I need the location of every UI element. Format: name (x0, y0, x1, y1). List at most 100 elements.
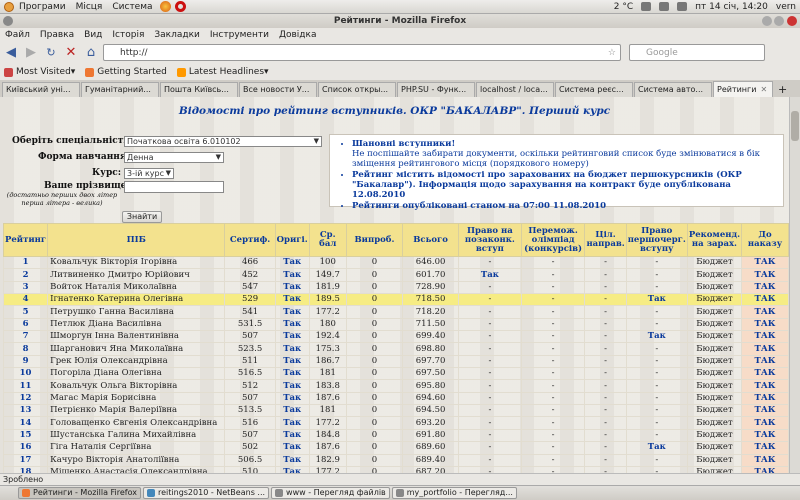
table-cell: Так (274, 280, 310, 295)
panel-menu-programs[interactable]: Програми (14, 2, 71, 12)
gnome-logo-icon[interactable] (4, 1, 14, 12)
table-body: 1 Ковальчук Вікторія Ігорівна 466 Так 100 0 64… (2, 255, 789, 473)
table-cell: - (584, 330, 627, 344)
menu-tools[interactable]: Інструменти (205, 30, 274, 40)
new-tab-icon[interactable]: + (778, 82, 787, 97)
home-icon[interactable]: ⌂ (83, 45, 99, 61)
clock-text[interactable]: пт 14 січ, 14:20 (695, 2, 768, 12)
mail-icon[interactable] (641, 2, 652, 11)
back-icon[interactable]: ◀ (3, 45, 19, 61)
forward-icon[interactable]: ▶ (23, 45, 39, 61)
table-row: 7 Шморгун Інна Валентинівна 507 Так 192.4 0 69… (2, 330, 789, 344)
table-cell: - (584, 441, 627, 455)
page-content: Відомості про рейтинг вступників. ОКР "Б… (0, 97, 789, 473)
minimize-icon[interactable] (762, 16, 772, 26)
table-cell: 507 (224, 391, 276, 406)
table-cell: - (625, 367, 688, 381)
tab-1[interactable]: Київський уні... (2, 82, 80, 97)
study-mode-select[interactable]: Денна ▼ (124, 152, 224, 163)
bookmark-most-visited[interactable]: Most Visited▾ (4, 67, 75, 77)
page-scrollbar[interactable] (789, 97, 800, 473)
tab-close-icon[interactable]: ✕ (760, 83, 767, 97)
menu-history[interactable]: Історія (107, 30, 149, 40)
tab-9[interactable]: Система авто... (634, 82, 712, 97)
bookmark-star-icon[interactable]: ☆ (608, 48, 616, 58)
network-icon[interactable] (659, 2, 670, 11)
table-cell: - (457, 453, 522, 467)
table-cell: - (457, 330, 522, 344)
stop-icon[interactable]: ✕ (63, 45, 79, 61)
url-bar[interactable]: http:// ☆ (103, 44, 621, 61)
tab-8[interactable]: Система реєс... (555, 82, 633, 97)
surname-hint: (достатньо перших двох літер перша літер… (6, 191, 118, 207)
table-cell: - (584, 391, 627, 406)
bookmark-getting-started[interactable]: Getting Started (85, 67, 167, 77)
table-cell: 694.50 (402, 404, 459, 418)
scrollbar-thumb[interactable] (791, 111, 799, 141)
specialty-select[interactable]: Початкова освіта 6.010102 ▼ (124, 136, 322, 147)
table-cell: ТАК (741, 416, 789, 430)
reload-icon[interactable]: ↻ (43, 45, 59, 61)
table-cell: - (520, 354, 586, 369)
surname-input[interactable] (124, 181, 224, 193)
table-row: 3 Войток Наталія Миколаївна 547 Так 181.9 0 72… (2, 280, 789, 295)
menu-edit[interactable]: Правка (35, 30, 79, 40)
menu-view[interactable]: Вид (79, 30, 107, 40)
weather-text[interactable]: 2 °C (614, 2, 633, 12)
table-cell: - (584, 367, 627, 381)
taskbar-netbeans[interactable]: reitings2010 - NetBeans ... (143, 487, 270, 499)
column-header-1: ПІБ (47, 223, 226, 257)
table-cell: - (457, 342, 522, 356)
user-name[interactable]: vern (776, 2, 796, 12)
volume-icon[interactable] (677, 2, 688, 11)
course-select[interactable]: 3-ій курс ▼ (124, 168, 174, 179)
table-cell: - (584, 416, 627, 430)
search-input[interactable]: Google (629, 44, 765, 61)
table-cell: - (520, 404, 586, 418)
column-header-2: Сертиф. (224, 223, 276, 257)
table-cell: ТАК (741, 268, 789, 282)
taskbar-firefox[interactable]: Рейтинги - Mozilla Firefox (18, 487, 141, 499)
table-cell: 100 (308, 255, 347, 270)
opera-launcher-icon[interactable] (174, 1, 186, 12)
chevron-down-icon: ▼ (165, 169, 171, 177)
tab-3[interactable]: Пошта Київсь... (160, 82, 238, 97)
tab-7[interactable]: localhost / loca... (476, 82, 554, 97)
taskbar-files-portfolio[interactable]: my_portfolio - Перегляд... (391, 487, 517, 499)
tab-4[interactable]: Все новости У... (239, 82, 317, 97)
tab-5[interactable]: Список откры... (318, 82, 396, 97)
window-menu-icon[interactable] (3, 16, 13, 26)
menu-bookmarks[interactable]: Закладки (149, 30, 205, 40)
close-icon[interactable] (787, 16, 797, 26)
menu-help[interactable]: Довідка (274, 30, 322, 40)
table-cell: Так (274, 255, 310, 270)
table-row: 13 Петрієнко Марія Валеріївна 513.5 Так 181 0… (2, 404, 789, 418)
page-title: Відомості про рейтинг вступників. ОКР "Б… (178, 105, 611, 117)
table-row: 5 Петрушко Ганна Василівна 541 Так 177.2 0 718… (2, 305, 789, 319)
bookmark-latest-headlines[interactable]: Latest Headlines▾ (176, 67, 269, 77)
maximize-icon[interactable] (774, 16, 784, 26)
table-cell: 466 (224, 255, 276, 270)
search-button[interactable]: Знайти (122, 211, 162, 223)
table-cell: Бюджет (686, 354, 743, 369)
table-cell: - (457, 280, 522, 295)
menu-file[interactable]: Файл (0, 30, 35, 40)
table-cell: 516 (224, 416, 276, 430)
table-cell: 0 (345, 280, 404, 295)
table-cell: 507 (224, 428, 276, 443)
tab-2[interactable]: Гуманітарний... (81, 82, 159, 97)
table-cell: 2 (2, 268, 49, 282)
table-cell: - (625, 354, 688, 369)
panel-menu-system[interactable]: Система (107, 2, 157, 12)
table-cell: Так (274, 317, 310, 332)
table-cell: Бюджет (686, 379, 743, 393)
tab-6[interactable]: PHP.SU - Функ... (397, 82, 475, 97)
panel-menu-places[interactable]: Місця (71, 2, 108, 12)
table-cell: 0 (345, 465, 404, 473)
folder-icon (275, 489, 284, 497)
tab-ratings-active[interactable]: Рейтинги ✕ (713, 81, 773, 97)
table-cell: - (520, 391, 586, 406)
taskbar-files-www[interactable]: www - Перегляд файлів (271, 487, 390, 499)
firefox-launcher-icon[interactable] (159, 1, 171, 12)
table-cell: Шарганович Яна Миколаївна (47, 342, 226, 356)
